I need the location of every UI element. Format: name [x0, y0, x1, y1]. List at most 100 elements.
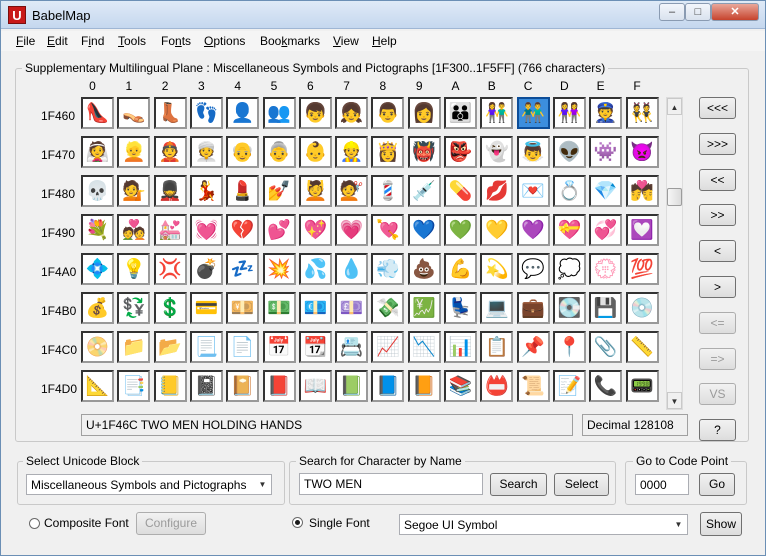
- character-cell[interactable]: 💯: [625, 253, 659, 285]
- character-cell[interactable]: 💤: [226, 253, 260, 285]
- character-cell[interactable]: 👬: [516, 97, 550, 129]
- character-cell[interactable]: 💵: [262, 292, 296, 324]
- character-cell[interactable]: 💖: [298, 214, 332, 246]
- character-cell[interactable]: 📇: [335, 331, 369, 363]
- character-cell[interactable]: 💅: [262, 175, 296, 207]
- close-icon[interactable]: ✕: [711, 3, 759, 21]
- character-cell[interactable]: 💌: [516, 175, 550, 207]
- help-button[interactable]: ?: [699, 419, 736, 442]
- chevron-down-icon[interactable]: ▼: [255, 476, 270, 494]
- character-cell[interactable]: 📃: [189, 331, 223, 363]
- character-cell[interactable]: 💝: [552, 214, 586, 246]
- character-cell[interactable]: 💛: [480, 214, 514, 246]
- character-cell[interactable]: 💷: [335, 292, 369, 324]
- character-cell[interactable]: 💞: [589, 214, 623, 246]
- character-cell[interactable]: 💁: [117, 175, 151, 207]
- character-cell[interactable]: 👦: [298, 97, 332, 129]
- font-select[interactable]: Segoe UI Symbol ▼: [399, 514, 688, 535]
- character-cell[interactable]: 📊: [444, 331, 477, 363]
- character-cell[interactable]: 📋: [480, 331, 514, 363]
- character-cell[interactable]: 👹: [407, 136, 441, 168]
- character-cell[interactable]: 📏: [625, 331, 659, 363]
- menu-file[interactable]: File: [16, 34, 35, 48]
- variation-selector-button[interactable]: VS: [699, 383, 736, 406]
- character-cell[interactable]: 💽: [552, 292, 586, 324]
- character-cell[interactable]: 👭: [552, 97, 586, 129]
- character-cell[interactable]: 💚: [444, 214, 477, 246]
- single-font-radio[interactable]: [292, 517, 303, 528]
- character-cell[interactable]: 💶: [298, 292, 332, 324]
- character-cell[interactable]: 💿: [625, 292, 659, 324]
- character-cell[interactable]: 💳: [189, 292, 223, 324]
- character-cell[interactable]: 💰: [81, 292, 114, 324]
- character-cell[interactable]: 💮: [589, 253, 623, 285]
- character-cell[interactable]: 💏: [625, 175, 659, 207]
- character-cell[interactable]: 📖: [298, 370, 332, 402]
- menu-fonts[interactable]: Fonts: [161, 34, 191, 48]
- character-cell[interactable]: 💱: [117, 292, 151, 324]
- character-cell[interactable]: 📔: [226, 370, 260, 402]
- character-cell[interactable]: 📂: [153, 331, 187, 363]
- character-cell[interactable]: 💡: [117, 253, 151, 285]
- character-cell[interactable]: 💹: [407, 292, 441, 324]
- maximize-icon[interactable]: □: [685, 3, 711, 21]
- character-cell[interactable]: 📕: [262, 370, 296, 402]
- character-cell[interactable]: 💗: [335, 214, 369, 246]
- menu-options[interactable]: Options: [204, 34, 245, 48]
- menu-bookmarks[interactable]: Bookmarks: [260, 34, 320, 48]
- configure-button[interactable]: Configure: [136, 512, 206, 535]
- character-cell[interactable]: 📗: [335, 370, 369, 402]
- next-page-large-button[interactable]: >>>: [699, 132, 736, 155]
- character-cell[interactable]: 📘: [371, 370, 405, 402]
- character-cell[interactable]: 💐: [81, 214, 114, 246]
- character-cell[interactable]: 📄: [226, 331, 260, 363]
- character-cell[interactable]: 💎: [589, 175, 623, 207]
- character-cell[interactable]: 💙: [407, 214, 441, 246]
- character-cell[interactable]: 💾: [589, 292, 623, 324]
- character-cell[interactable]: 👲: [153, 136, 187, 168]
- character-cell[interactable]: 💋: [480, 175, 514, 207]
- character-cell[interactable]: 👾: [589, 136, 623, 168]
- character-cell[interactable]: 📎: [589, 331, 623, 363]
- character-cell[interactable]: 💂: [153, 175, 187, 207]
- character-cell[interactable]: 📜: [516, 370, 550, 402]
- character-cell[interactable]: 📙: [407, 370, 441, 402]
- character-cell[interactable]: 💢: [153, 253, 187, 285]
- character-cell[interactable]: 💣: [189, 253, 223, 285]
- character-cell[interactable]: 💠: [81, 253, 114, 285]
- character-cell[interactable]: 👴: [226, 136, 260, 168]
- menu-view[interactable]: View: [333, 34, 359, 48]
- character-cell[interactable]: 💃: [189, 175, 223, 207]
- next-row-button[interactable]: >: [699, 276, 736, 298]
- character-cell[interactable]: 💒: [153, 214, 187, 246]
- character-cell[interactable]: 📒: [153, 370, 187, 402]
- character-cell[interactable]: 👻: [480, 136, 514, 168]
- character-cell[interactable]: 💘: [371, 214, 405, 246]
- arrow-up-icon[interactable]: ▲: [667, 98, 682, 115]
- character-cell[interactable]: 📛: [480, 370, 514, 402]
- character-cell[interactable]: 📉: [407, 331, 441, 363]
- character-cell[interactable]: 💟: [625, 214, 659, 246]
- character-cell[interactable]: 📟: [625, 370, 659, 402]
- menu-edit[interactable]: Edit: [47, 34, 68, 48]
- character-cell[interactable]: 💻: [480, 292, 514, 324]
- chevron-down-icon[interactable]: ▼: [671, 516, 686, 534]
- character-cell[interactable]: 👵: [262, 136, 296, 168]
- minimize-icon[interactable]: –: [659, 3, 685, 21]
- character-cell[interactable]: 📁: [117, 331, 151, 363]
- character-cell[interactable]: 📌: [516, 331, 550, 363]
- search-button[interactable]: Search: [490, 473, 547, 496]
- prev-page-button[interactable]: <<: [699, 168, 736, 191]
- character-cell[interactable]: 👷: [335, 136, 369, 168]
- character-cell[interactable]: 💫: [480, 253, 514, 285]
- next-page-button[interactable]: >>: [699, 204, 736, 227]
- unicode-block-select[interactable]: Miscellaneous Symbols and Pictographs ▼: [26, 474, 272, 495]
- character-cell[interactable]: 💩: [407, 253, 441, 285]
- character-cell[interactable]: 📅: [262, 331, 296, 363]
- character-cell[interactable]: 💔: [226, 214, 260, 246]
- character-cell[interactable]: 💊: [444, 175, 477, 207]
- go-button[interactable]: Go: [699, 473, 735, 496]
- character-cell[interactable]: 👼: [516, 136, 550, 168]
- character-cell[interactable]: 👽: [552, 136, 586, 168]
- character-cell[interactable]: 💬: [516, 253, 550, 285]
